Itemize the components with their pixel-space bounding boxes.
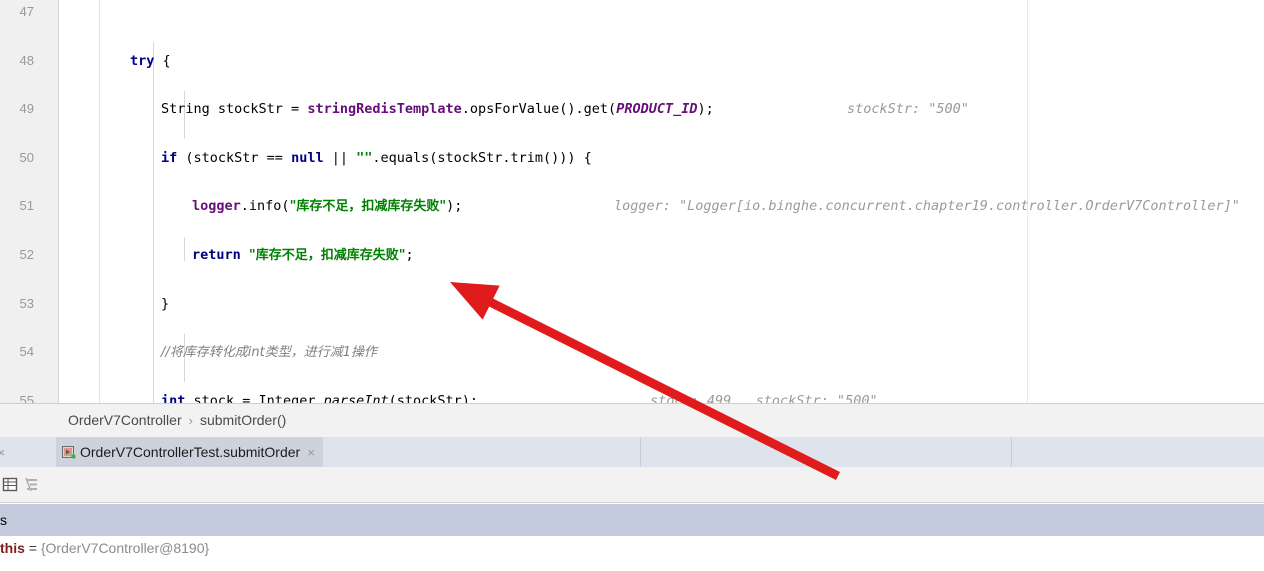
test-run-icon [62, 439, 76, 459]
code-editor[interactable]: 47 48 try { 49 String stockStr = stringRedis… [0, 0, 1264, 403]
code-line-list[interactable]: 47 48 try { 49 String stockStr = stringRedis… [0, 0, 1264, 403]
line-number: 51 [19, 198, 34, 214]
code-text: if (stockStr == null || "".equals(stockS… [161, 149, 592, 166]
indent-guide [153, 42, 154, 403]
ide-debug-screenshot: 47 48 try { 49 String stockStr = stringRedis… [0, 0, 1264, 571]
line-number: 49 [19, 101, 34, 117]
code-line[interactable]: 55 int stock = Integer.parseInt(stockStr)… [0, 389, 1264, 403]
indent-guide [184, 236, 185, 261]
code-line[interactable]: 54 //将库存转化成int类型，进行减1操作 [0, 340, 1264, 364]
show-variables-icon[interactable] [2, 476, 19, 493]
code-line[interactable]: 51 logger.info("库存不足，扣减库存失败"); logger: "Lo… [0, 194, 1264, 218]
code-line[interactable]: 49 String stockStr = stringRedisTemplate.… [0, 97, 1264, 121]
code-line[interactable]: 50 if (stockStr == null || "".equals(stoc… [0, 146, 1264, 170]
code-text: return "库存不足，扣减库存失败"; [192, 246, 414, 263]
code-line[interactable]: 47 [0, 0, 1264, 24]
inline-debug-hint: stock: 499 stockStr: "500" [650, 392, 878, 403]
inline-debug-hint: logger: "Logger[io.binghe.concurrent.cha… [614, 198, 1240, 215]
code-text: int stock = Integer.parseInt(stockStr); [161, 392, 479, 403]
code-text: } [161, 295, 170, 312]
line-number: 52 [19, 246, 34, 262]
code-text: try { [130, 52, 171, 69]
tab-active-label: OrderV7ControllerTest.submitOrder [80, 444, 301, 460]
variable-value: {OrderV7Controller@8190} [40, 540, 210, 556]
tabbar-divider [640, 437, 641, 467]
variables-panel[interactable]: s this = {OrderV7Controller@8190} [0, 503, 1264, 571]
line-number: 50 [19, 149, 34, 165]
close-icon[interactable]: × [307, 445, 315, 460]
line-number: 53 [19, 295, 34, 311]
breadcrumb[interactable]: OrderV7Controller › submitOrder() [68, 404, 286, 437]
line-number: 47 [19, 4, 34, 19]
code-text: String stockStr = stringRedisTemplate.op… [161, 101, 714, 118]
code-text: //将库存转化成int类型，进行减1操作 [161, 345, 378, 361]
tab-ordercontrollertest-submitorder[interactable]: OrderV7ControllerTest.submitOrder × [56, 437, 323, 467]
inline-debug-hint: stockStr: "500" [847, 101, 969, 118]
variable-row-this[interactable]: this = {OrderV7Controller@8190} [0, 536, 1264, 561]
close-icon[interactable]: × [0, 445, 5, 460]
variables-selected-text: s [0, 512, 7, 528]
variable-equals: = [28, 540, 37, 556]
line-number: 54 [19, 344, 34, 360]
variables-selected-row[interactable]: s [0, 504, 1264, 536]
breadcrumb-method[interactable]: submitOrder() [200, 412, 286, 428]
tab-partial-left[interactable]: er× [0, 437, 5, 467]
code-line[interactable]: 52 return "库存不足，扣减库存失败"; [0, 243, 1264, 267]
tabbar-divider [1011, 437, 1012, 467]
line-number: 48 [19, 52, 34, 68]
code-line[interactable]: 53} [0, 292, 1264, 316]
debug-session-tabbar[interactable]: er× OrderV7ControllerTest.submitOrder × [0, 437, 1264, 467]
debug-variables-toolbar[interactable] [0, 467, 1264, 503]
breadcrumb-separator-icon: › [188, 413, 193, 428]
code-text: logger.info("库存不足，扣减库存失败"); [192, 198, 463, 215]
variable-name: this [0, 540, 25, 556]
breadcrumb-bar: OrderV7Controller › submitOrder() [0, 403, 1264, 438]
breadcrumb-class[interactable]: OrderV7Controller [68, 412, 182, 428]
line-number: 55 [19, 392, 34, 403]
code-line[interactable]: 48 try { [0, 49, 1264, 73]
group-by-type-icon[interactable] [24, 476, 41, 493]
